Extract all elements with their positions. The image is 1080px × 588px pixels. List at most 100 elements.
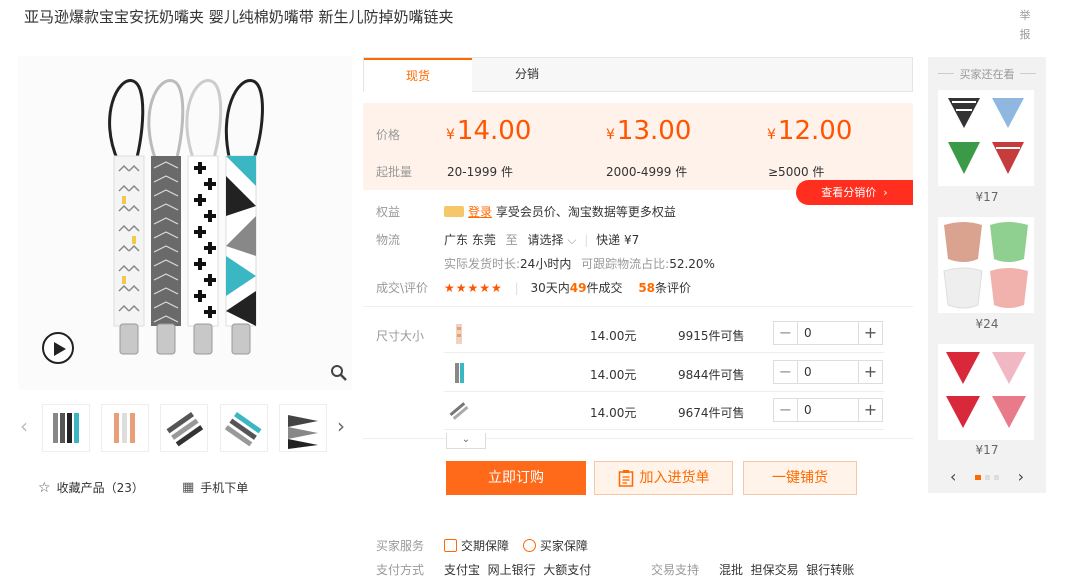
services-label: 买家服务	[376, 539, 425, 553]
logistics-label: 物流	[376, 233, 401, 247]
sidebar-pager: ‹ ›	[950, 467, 1024, 486]
add-to-cart-button[interactable]: 加入进货单	[594, 461, 733, 495]
pager-dot[interactable]	[985, 475, 990, 480]
service-label: 买家保障	[539, 539, 588, 553]
logistics-row: 广东 东莞 至 请选择 ⌵ | 快递 ¥7	[444, 233, 640, 247]
review-count[interactable]: 58	[638, 281, 655, 295]
review-suffix: 条评价	[655, 281, 692, 295]
payment-methods: 支付宝 网上银行 大额支付	[444, 563, 592, 577]
purchase-tabs: 现货 分销	[363, 57, 913, 92]
sku-thumbnail[interactable]	[448, 361, 470, 385]
reviews-label: 成交\评价	[376, 281, 429, 295]
thumbs-next-button[interactable]: ›	[337, 414, 351, 438]
currency-symbol: ¥	[767, 127, 776, 143]
also-viewed-item[interactable]	[938, 217, 1034, 313]
chevron-right-icon[interactable]: ›	[1018, 467, 1024, 486]
decrement-button[interactable]: −	[774, 322, 798, 344]
qty-tier-3: ≥5000 件	[768, 165, 825, 179]
play-icon	[54, 342, 66, 356]
sku-stock: 9915件可售	[678, 329, 745, 343]
report-link[interactable]: 举报	[1016, 6, 1034, 44]
delivery-guarantee[interactable]: 交期保障	[444, 539, 509, 553]
sales-prefix: 30天内	[530, 281, 570, 295]
one-click-distribute-button[interactable]: 一键铺货	[743, 461, 857, 495]
distribution-button-label: 查看分销价	[821, 186, 877, 199]
ship-time-label: 实际发货时长:	[444, 257, 521, 271]
star-outline-icon: ☆	[38, 479, 51, 496]
thumbnail[interactable]	[101, 404, 149, 452]
decrement-button[interactable]: −	[774, 361, 798, 383]
sku-stock: 9844件可售	[678, 368, 745, 382]
increment-button[interactable]: +	[858, 361, 882, 383]
tab-distribution[interactable]: 分销	[472, 58, 582, 92]
destination-select[interactable]: 请选择 ⌵	[528, 233, 577, 247]
clipboard-icon	[618, 470, 633, 487]
mobile-order-label: 手机下单	[200, 481, 249, 495]
price-value: 12.00	[777, 116, 853, 146]
zoom-button[interactable]	[328, 362, 350, 384]
view-distribution-price-button[interactable]: 查看分销价 ›	[796, 180, 913, 205]
sku-price: 14.00元	[590, 406, 637, 420]
rating-stars: ★★★★★	[444, 281, 503, 295]
price-label: 价格	[376, 128, 401, 142]
trade-support-label: 交易支持	[651, 563, 700, 577]
benefits-text: 享受会员价、淘宝数据等更多权益	[495, 205, 676, 219]
thumbnail[interactable]	[160, 404, 208, 452]
sidebar-title: 买家还在看	[928, 66, 1046, 82]
currency-symbol: ¥	[606, 127, 615, 143]
quantity-input[interactable]: 0	[798, 361, 858, 383]
sku-row: 14.00元 9674件可售 − 0 +	[444, 392, 884, 430]
product-title: 亚马逊爆款宝宝安抚奶嘴夹 婴儿纯棉奶嘴带 新生儿防掉奶嘴链夹	[24, 8, 454, 26]
divider	[363, 306, 913, 307]
sku-thumbnail[interactable]	[448, 399, 470, 423]
pager-dot[interactable]	[994, 475, 999, 480]
sku-price: 14.00元	[590, 368, 637, 382]
chevron-left-icon[interactable]: ‹	[950, 467, 956, 486]
sku-thumbnail[interactable]	[448, 322, 470, 346]
thumbnail[interactable]	[220, 404, 268, 452]
to-label: 至	[505, 233, 518, 247]
quantity-input[interactable]: 0	[798, 399, 858, 421]
services-row: 交期保障 买家保障	[444, 537, 588, 554]
price-tier-1: ¥14.00	[446, 116, 531, 146]
shipping-stats-row: 实际发货时长:24小时内 可跟踪物流占比:52.20%	[444, 255, 715, 272]
favorite-label: 收藏产品（23）	[56, 481, 144, 495]
login-link[interactable]: 登录	[468, 205, 492, 219]
quantity-stepper: − 0 +	[773, 321, 883, 345]
thumbs-prev-button[interactable]: ‹	[20, 414, 34, 438]
expand-sku-button[interactable]: ⌄	[446, 433, 486, 449]
payment-label: 支付方式	[376, 563, 425, 577]
quantity-input[interactable]: 0	[798, 322, 858, 344]
sales-suffix: 件成交	[586, 281, 623, 295]
sku-price: 14.00元	[590, 329, 637, 343]
min-qty-label: 起批量	[376, 165, 413, 179]
also-viewed-sidebar: 买家还在看 ¥17 ¥24 ¥17 ‹ ›	[928, 57, 1046, 493]
increment-button[interactable]: +	[858, 399, 882, 421]
quantity-stepper: − 0 +	[773, 360, 883, 384]
buyer-protection[interactable]: 买家保障	[522, 539, 588, 553]
also-viewed-item[interactable]	[938, 90, 1034, 186]
decrement-button[interactable]: −	[774, 399, 798, 421]
thumbnail[interactable]	[279, 404, 327, 452]
sales-count[interactable]: 49	[570, 281, 587, 295]
price-value: 14.00	[456, 116, 532, 146]
search-icon	[331, 365, 347, 381]
pager-dot[interactable]	[975, 475, 981, 480]
price-tier-3: ¥12.00	[767, 116, 852, 146]
add-to-cart-label: 加入进货单	[639, 470, 710, 486]
also-viewed-price: ¥17	[975, 190, 999, 204]
increment-button[interactable]: +	[858, 322, 882, 344]
price-value: 13.00	[616, 116, 692, 146]
thumbnail[interactable]	[42, 404, 90, 452]
benefits-label: 权益	[376, 205, 401, 219]
also-viewed-price: ¥17	[975, 443, 999, 457]
favorite-button[interactable]: ☆ 收藏产品（23）	[38, 479, 144, 496]
mobile-order-button[interactable]: ▦ 手机下单	[182, 479, 248, 496]
sku-row: 14.00元 9844件可售 − 0 +	[444, 354, 884, 392]
also-viewed-item[interactable]	[938, 344, 1034, 440]
sku-row: 14.00元 9915件可售 − 0 +	[444, 315, 884, 353]
price-tier-2: ¥13.00	[606, 116, 691, 146]
play-video-button[interactable]	[42, 332, 74, 364]
buy-now-button[interactable]: 立即订购	[446, 461, 586, 495]
tab-in-stock[interactable]: 现货	[364, 58, 472, 92]
